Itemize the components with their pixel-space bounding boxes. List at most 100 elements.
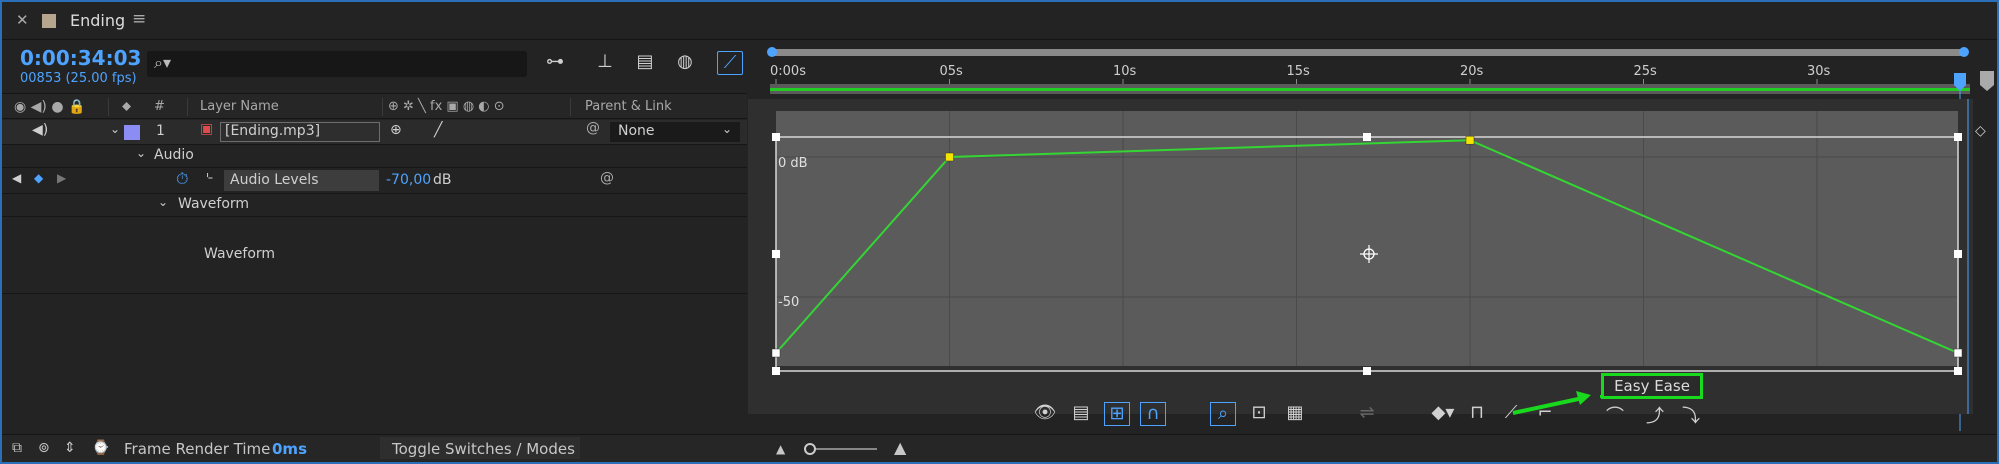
transform-handle[interactable] [1954, 133, 1962, 141]
linear-keyframe-icon[interactable]: ⟋ [1498, 402, 1524, 426]
transform-handle[interactable] [1363, 133, 1371, 141]
audio-group-row[interactable]: ⌄ Audio [2, 145, 747, 167]
comp-flowchart-icon[interactable]: ⊶ [542, 51, 568, 75]
column-divider [570, 98, 571, 116]
transform-handle[interactable] [1954, 367, 1962, 375]
av-switches-icons: ◉ ◀) ● 🔒 [14, 99, 86, 115]
frame-render-label: Frame Render Time [124, 440, 271, 458]
tab-bar: ✕ Ending ≡ [2, 2, 1997, 40]
prev-keyframe-icon[interactable]: ◀ [12, 171, 21, 185]
fit-all-graphs-icon[interactable]: ⊡ [1246, 402, 1272, 426]
graph-toggle-icon[interactable]: ⌎ [202, 170, 213, 186]
render-time-icon[interactable]: ⌚ [92, 440, 109, 456]
eye-show-properties-icon[interactable]: 👁 [1032, 402, 1058, 426]
column-divider [382, 98, 383, 116]
keyframe-diamond-icon[interactable]: ◆ [34, 171, 43, 185]
tab-title[interactable]: Ending [70, 11, 125, 30]
motion-blur-icon[interactable]: ◍ [672, 51, 698, 75]
ruler-tick-label: 15s [1287, 64, 1311, 79]
expand-chevron-icon[interactable]: ⌄ [110, 122, 120, 136]
search-icon: ⌕▾ [154, 53, 171, 72]
expand-chevron-icon[interactable]: ⌄ [136, 146, 146, 160]
audio-toggle-icon[interactable]: ◀) [32, 122, 48, 138]
number-column-header: # [154, 99, 165, 114]
fit-selection-icon[interactable]: ⌕ [1210, 402, 1236, 426]
parent-link-header: Parent & Link [585, 99, 672, 114]
easy-ease-in-icon[interactable]: ⤴ [1640, 402, 1670, 427]
shy-switch-icon[interactable]: ⊕ [390, 122, 402, 138]
layer-name: [Ending.mp3] [225, 123, 321, 139]
frame-count: 00853 (25.00 fps) [20, 71, 137, 86]
graph-editor-icon[interactable]: ⟋ [717, 51, 743, 75]
frame-render-value: 0ms [272, 440, 307, 458]
y-label-minus50: -50 [778, 295, 799, 310]
transform-box-toggle-icon[interactable]: ⊞ [1104, 402, 1130, 426]
row-divider [2, 293, 747, 294]
comp-marker-icon[interactable] [1980, 71, 1994, 91]
current-timecode[interactable]: 0:00:34:03 [20, 46, 141, 70]
time-ruler[interactable]: 0:00s 05s 10s 15s 20s 25s 30s [770, 64, 1831, 84]
property-unit: dB [433, 172, 452, 188]
expand-chevron-icon[interactable]: ⌄ [158, 195, 168, 209]
ruler-tick-label: 20s [1460, 64, 1484, 79]
work-area-end-handle[interactable] [1959, 47, 1969, 57]
graph-editor-svg[interactable]: 0:00s 05s 10s 15s 20s 25s 30s 0 dB -50 ◇ [748, 41, 1997, 434]
easy-ease-icon[interactable]: ⌒ [1602, 402, 1628, 427]
transform-handle[interactable] [772, 250, 780, 258]
property-name-field[interactable]: Audio Levels [224, 170, 379, 191]
work-area-bar[interactable] [770, 49, 1965, 56]
layer-name-header[interactable]: Layer Name [200, 99, 279, 114]
quality-switch-icon[interactable]: ╱ [434, 122, 442, 138]
zoom-out-icon[interactable]: ▲ [776, 442, 785, 456]
composition-color-swatch [42, 14, 56, 28]
graph-options-icon[interactable]: ▤ [1068, 402, 1094, 426]
zoom-in-icon[interactable]: ▲ [894, 438, 906, 457]
waveform-group-row[interactable]: ⌄ Waveform [2, 194, 747, 216]
layer-name-field[interactable]: [Ending.mp3] [220, 122, 380, 142]
close-icon[interactable]: ✕ [16, 11, 29, 29]
draft-3d-icon[interactable]: ⊥ [592, 51, 618, 75]
hold-keyframe-icon[interactable]: ⊓ [1464, 402, 1490, 426]
expression-pick-whip-icon[interactable]: @ [600, 170, 614, 186]
graph-plot-area[interactable] [776, 111, 1958, 366]
toggle-in-out-icon[interactable]: ⇕ [64, 440, 76, 456]
y-label-0db: 0 dB [778, 156, 808, 171]
pick-whip-icon[interactable]: @ [586, 120, 600, 136]
audio-levels-row[interactable]: ◀ ◆ ▶ ⏱ ⌎ Audio Levels -70,00 dB @ [2, 168, 747, 193]
layer-row[interactable]: ◀) ⌄ 1 ▣ [Ending.mp3] ⊕ ╱ @ None ⌄ [2, 120, 747, 144]
parent-dropdown[interactable]: None ⌄ [610, 122, 740, 142]
next-keyframe-icon[interactable]: ▶ [57, 171, 66, 185]
keyframe-menu-icon[interactable]: ◆▾ [1430, 402, 1456, 426]
transform-handle[interactable] [1954, 250, 1962, 258]
snap-icon[interactable]: ∩ [1140, 402, 1166, 426]
comp-mini-flowchart-icon[interactable]: ⧉ [12, 440, 22, 456]
zoom-slider-thumb[interactable] [804, 443, 816, 455]
layer-label-color[interactable] [124, 125, 140, 140]
zoom-slider-track[interactable] [807, 448, 877, 450]
audio-file-icon: ▣ [200, 121, 214, 137]
hamburger-menu-icon[interactable]: ≡ [132, 9, 146, 29]
frame-blending-icon[interactable]: ▤ [632, 51, 658, 75]
toggle-switches-modes-button[interactable]: Toggle Switches / Modes [380, 437, 580, 459]
column-divider [187, 98, 188, 116]
transform-handle[interactable] [1363, 367, 1371, 375]
auto-bezier-icon[interactable]: ⌐ [1532, 402, 1558, 426]
layer-duration-bar [770, 88, 1970, 91]
toggle-transfer-icon[interactable]: ⊚ [38, 440, 50, 456]
separate-dimensions-icon[interactable]: ⇌ [1354, 402, 1380, 426]
work-area-start-handle[interactable] [767, 47, 777, 57]
keyframe-point[interactable] [945, 152, 954, 162]
property-value[interactable]: -70,00 [386, 172, 431, 188]
keyframe-point[interactable] [1953, 348, 1963, 358]
search-input[interactable] [147, 51, 527, 77]
keyframe-point[interactable] [1465, 135, 1475, 145]
status-bar: ⧉ ⊚ ⇕ ⌚ Frame Render Time 0ms Toggle Swi… [2, 434, 1997, 462]
stopwatch-icon[interactable]: ⏱ [176, 169, 188, 189]
graph-type-icon[interactable]: ▦ [1282, 402, 1308, 426]
transform-handle[interactable] [772, 367, 780, 375]
snapshot-icon[interactable]: ◇ [1975, 123, 1986, 139]
waveform-label: Waveform [204, 246, 276, 262]
keyframe-point[interactable] [771, 348, 781, 358]
easy-ease-out-icon[interactable]: ⤵ [1678, 402, 1704, 427]
transform-handle[interactable] [772, 133, 780, 141]
